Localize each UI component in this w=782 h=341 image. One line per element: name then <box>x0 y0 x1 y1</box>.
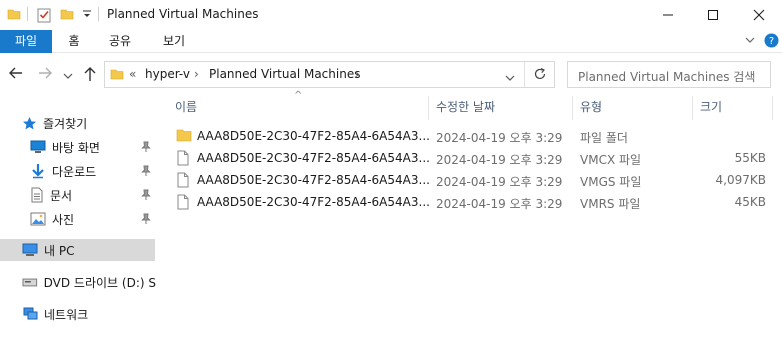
title-separator <box>98 7 99 21</box>
breadcrumb-overflow[interactable]: « <box>129 67 136 81</box>
tab-file[interactable]: 파일 <box>0 30 52 53</box>
nav-item-desktop[interactable]: 바탕 화면 <box>30 136 150 158</box>
breadcrumb-separator-icon[interactable]: › <box>194 67 199 81</box>
file-row[interactable]: AAA8D50E-2C30-47F2-85A4-6A54A3... 2024-0… <box>174 191 774 213</box>
ribbon-tabs: 파일 홈 공유 보기 ? <box>0 30 782 53</box>
nav-this-pc[interactable]: 내 PC <box>0 239 155 261</box>
address-history-chevron-icon[interactable] <box>505 71 515 85</box>
computer-icon <box>22 243 38 256</box>
pictures-icon <box>30 212 46 226</box>
maximize-icon <box>708 10 718 20</box>
file-icon <box>176 150 190 169</box>
nav-this-pc-label: 내 PC <box>44 243 75 258</box>
folder-icon[interactable] <box>7 7 21 24</box>
back-arrow-icon[interactable] <box>8 66 24 83</box>
nav-quick-access[interactable]: 즐겨찾기 <box>22 112 87 134</box>
close-icon <box>753 9 765 21</box>
file-name: AAA8D50E-2C30-47F2-85A4-6A54A3... <box>197 173 430 187</box>
nav-item-pictures[interactable]: 사진 <box>30 208 150 230</box>
minimize-button[interactable] <box>645 0 691 30</box>
title-bar: Planned Virtual Machines <box>0 0 782 30</box>
address-divider <box>524 62 525 87</box>
file-date: 2024-04-19 오후 3:29 <box>436 197 563 211</box>
file-name: AAA8D50E-2C30-47F2-85A4-6A54A3... <box>197 151 430 165</box>
file-row[interactable]: AAA8D50E-2C30-47F2-85A4-6A54A3... 2024-0… <box>174 169 774 191</box>
pin-icon[interactable] <box>141 213 151 228</box>
pin-icon[interactable] <box>141 189 151 204</box>
up-arrow-icon[interactable] <box>83 66 97 85</box>
file-size: 45KB <box>734 195 766 209</box>
document-icon <box>31 187 43 203</box>
close-button[interactable] <box>736 0 782 30</box>
file-type: VMRS 파일 <box>580 197 641 211</box>
nav-item-label: 바탕 화면 <box>52 140 100 155</box>
nav-item-label: 사진 <box>52 212 75 227</box>
help-icon[interactable]: ? <box>764 33 779 51</box>
nav-item-documents[interactable]: 문서 <box>30 184 150 206</box>
column-header-size[interactable]: 크기 <box>700 96 770 120</box>
minimize-icon <box>663 14 673 16</box>
pin-icon[interactable] <box>141 165 151 180</box>
nav-dvd-drive-label: DVD 드라이브 (D:) S <box>43 275 156 290</box>
file-row[interactable]: AAA8D50E-2C30-47F2-85A4-6A54A3... 2024-0… <box>174 125 774 147</box>
forward-arrow-icon[interactable] <box>37 66 53 83</box>
file-date: 2024-04-19 오후 3:29 <box>436 131 563 145</box>
download-arrow-icon <box>32 164 44 179</box>
file-type: VMCX 파일 <box>580 153 642 167</box>
star-icon <box>23 116 36 129</box>
file-type: VMGS 파일 <box>580 175 642 189</box>
file-name: AAA8D50E-2C30-47F2-85A4-6A54A3... <box>197 195 430 209</box>
file-date: 2024-04-19 오후 3:29 <box>436 153 563 167</box>
file-date: 2024-04-19 오후 3:29 <box>436 175 563 189</box>
nav-network[interactable]: 네트워크 <box>22 303 88 325</box>
window-title: Planned Virtual Machines <box>107 7 259 21</box>
expand-ribbon-chevron-icon[interactable] <box>744 34 756 49</box>
folder-icon <box>176 128 192 145</box>
search-input[interactable]: Planned Virtual Machines 검색 <box>567 61 771 88</box>
column-divider[interactable] <box>772 96 773 120</box>
tab-home[interactable]: 홈 <box>58 30 90 53</box>
navigation-pane: 즐겨찾기 바탕 화면 다운로드 문서 사진 내 PC DVD 드라이브 (D:)… <box>0 96 158 341</box>
nav-item-label: 문서 <box>50 188 73 203</box>
maximize-button[interactable] <box>690 0 736 30</box>
nav-dvd-drive[interactable]: DVD 드라이브 (D:) S <box>22 271 156 293</box>
file-row[interactable]: AAA8D50E-2C30-47F2-85A4-6A54A3... 2024-0… <box>174 147 774 169</box>
nav-network-label: 네트워크 <box>44 307 89 322</box>
column-header-name[interactable]: 이름 <box>175 96 425 120</box>
file-icon <box>176 194 190 213</box>
tab-view[interactable]: 보기 <box>154 30 194 53</box>
breadcrumb-hyper-v[interactable]: hyper-v <box>145 67 190 81</box>
qa-separator <box>27 7 28 21</box>
nav-item-downloads[interactable]: 다운로드 <box>30 160 150 182</box>
search-placeholder: Planned Virtual Machines 검색 <box>578 70 756 84</box>
tab-share[interactable]: 공유 <box>102 30 138 53</box>
svg-text:?: ? <box>769 36 774 47</box>
address-bar[interactable]: « hyper-v › Planned Virtual Machines › <box>104 61 555 88</box>
breadcrumb-planned-virtual-machines[interactable]: Planned Virtual Machines <box>209 67 360 81</box>
column-divider[interactable] <box>692 96 693 120</box>
pin-icon[interactable] <box>141 141 151 156</box>
file-size: 55KB <box>734 151 766 165</box>
properties-check-icon[interactable] <box>36 7 52 26</box>
file-icon <box>176 172 190 191</box>
refresh-icon[interactable] <box>533 67 547 84</box>
column-divider[interactable] <box>572 96 573 120</box>
file-size: 4,097KB <box>715 173 766 187</box>
breadcrumb-separator-icon[interactable]: › <box>355 67 360 81</box>
dvd-drive-icon <box>22 278 38 287</box>
network-icon <box>23 307 38 320</box>
file-type: 파일 폴더 <box>580 131 628 145</box>
customize-dropdown-icon[interactable] <box>82 8 92 23</box>
new-folder-icon[interactable] <box>60 7 74 24</box>
column-header-type[interactable]: 유형 <box>580 96 690 120</box>
column-divider[interactable] <box>428 96 429 120</box>
folder-icon <box>110 67 124 84</box>
file-list: ^ 이름 수정한 날짜 유형 크기 AAA8D50E-2C30-47F2-85A… <box>162 90 782 341</box>
nav-quick-access-label: 즐겨찾기 <box>43 116 88 131</box>
column-header-date[interactable]: 수정한 날짜 <box>436 96 571 120</box>
recent-locations-chevron-icon[interactable] <box>63 69 73 83</box>
nav-item-label: 다운로드 <box>52 164 97 179</box>
desktop-icon <box>30 140 46 153</box>
file-name: AAA8D50E-2C30-47F2-85A4-6A54A3... <box>197 129 430 143</box>
